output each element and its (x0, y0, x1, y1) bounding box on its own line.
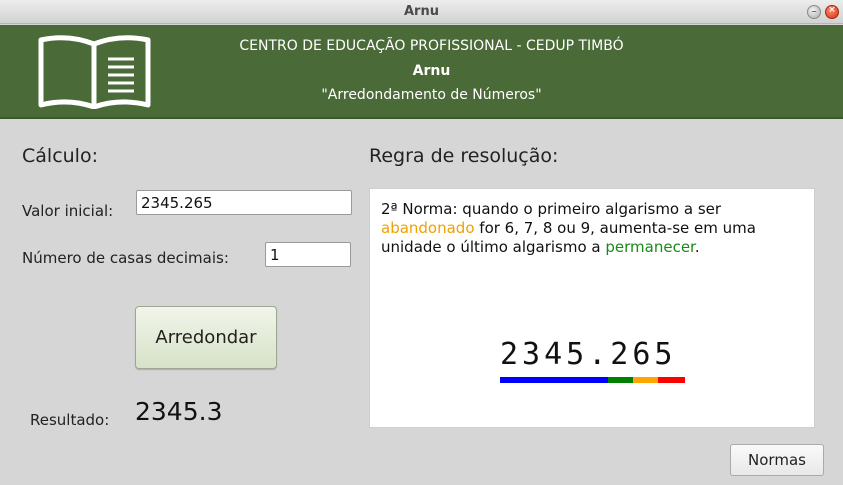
app-subtitle: "Arredondamento de Números" (321, 87, 542, 103)
normas-button[interactable]: Normas (730, 444, 824, 476)
rule-panel: 2ª Norma: quando o primeiro algarismo a … (369, 188, 815, 428)
header-banner: CENTRO DE EDUCAÇÃO PROFISSIONAL - CEDUP … (0, 25, 843, 119)
minimize-button[interactable]: _ (807, 3, 821, 19)
rule-text-part: 2ª Norma: quando o primeiro algarismo a … (381, 200, 722, 218)
rule-text-permanecer: permanecer (605, 238, 695, 256)
rule-example-number: 2345.265 (500, 337, 677, 372)
remaining-digits-bar (658, 377, 685, 383)
valor-inicial-input[interactable] (136, 190, 352, 215)
arredondar-button[interactable]: Arredondar (135, 306, 277, 369)
rule-text-abandonado: abandonado (381, 219, 475, 237)
calculo-heading: Cálculo: (22, 145, 98, 167)
rule-text-part: . (694, 238, 700, 256)
valor-inicial-label: Valor inicial: (22, 202, 114, 220)
close-icon: × (828, 5, 836, 15)
casas-decimais-label: Número de casas decimais: (22, 249, 229, 267)
first-abandoned-digit-bar (633, 377, 658, 383)
title-bar: Arnu _ × (0, 0, 843, 24)
resultado-label: Resultado: (30, 411, 110, 429)
app-name: Arnu (412, 63, 451, 79)
institution-name: CENTRO DE EDUCAÇÃO PROFISSIONAL - CEDUP … (239, 38, 624, 54)
close-button[interactable]: × (825, 5, 839, 19)
rule-description: 2ª Norma: quando o primeiro algarismo a … (381, 200, 801, 257)
casas-decimais-input[interactable] (265, 242, 351, 267)
regra-heading: Regra de resolução: (369, 145, 559, 167)
window-title: Arnu (404, 4, 439, 19)
minimize-icon: _ (811, 3, 817, 13)
last-kept-digit-bar (608, 377, 633, 383)
resultado-value: 2345.3 (135, 397, 223, 426)
kept-digits-bar (500, 377, 608, 383)
